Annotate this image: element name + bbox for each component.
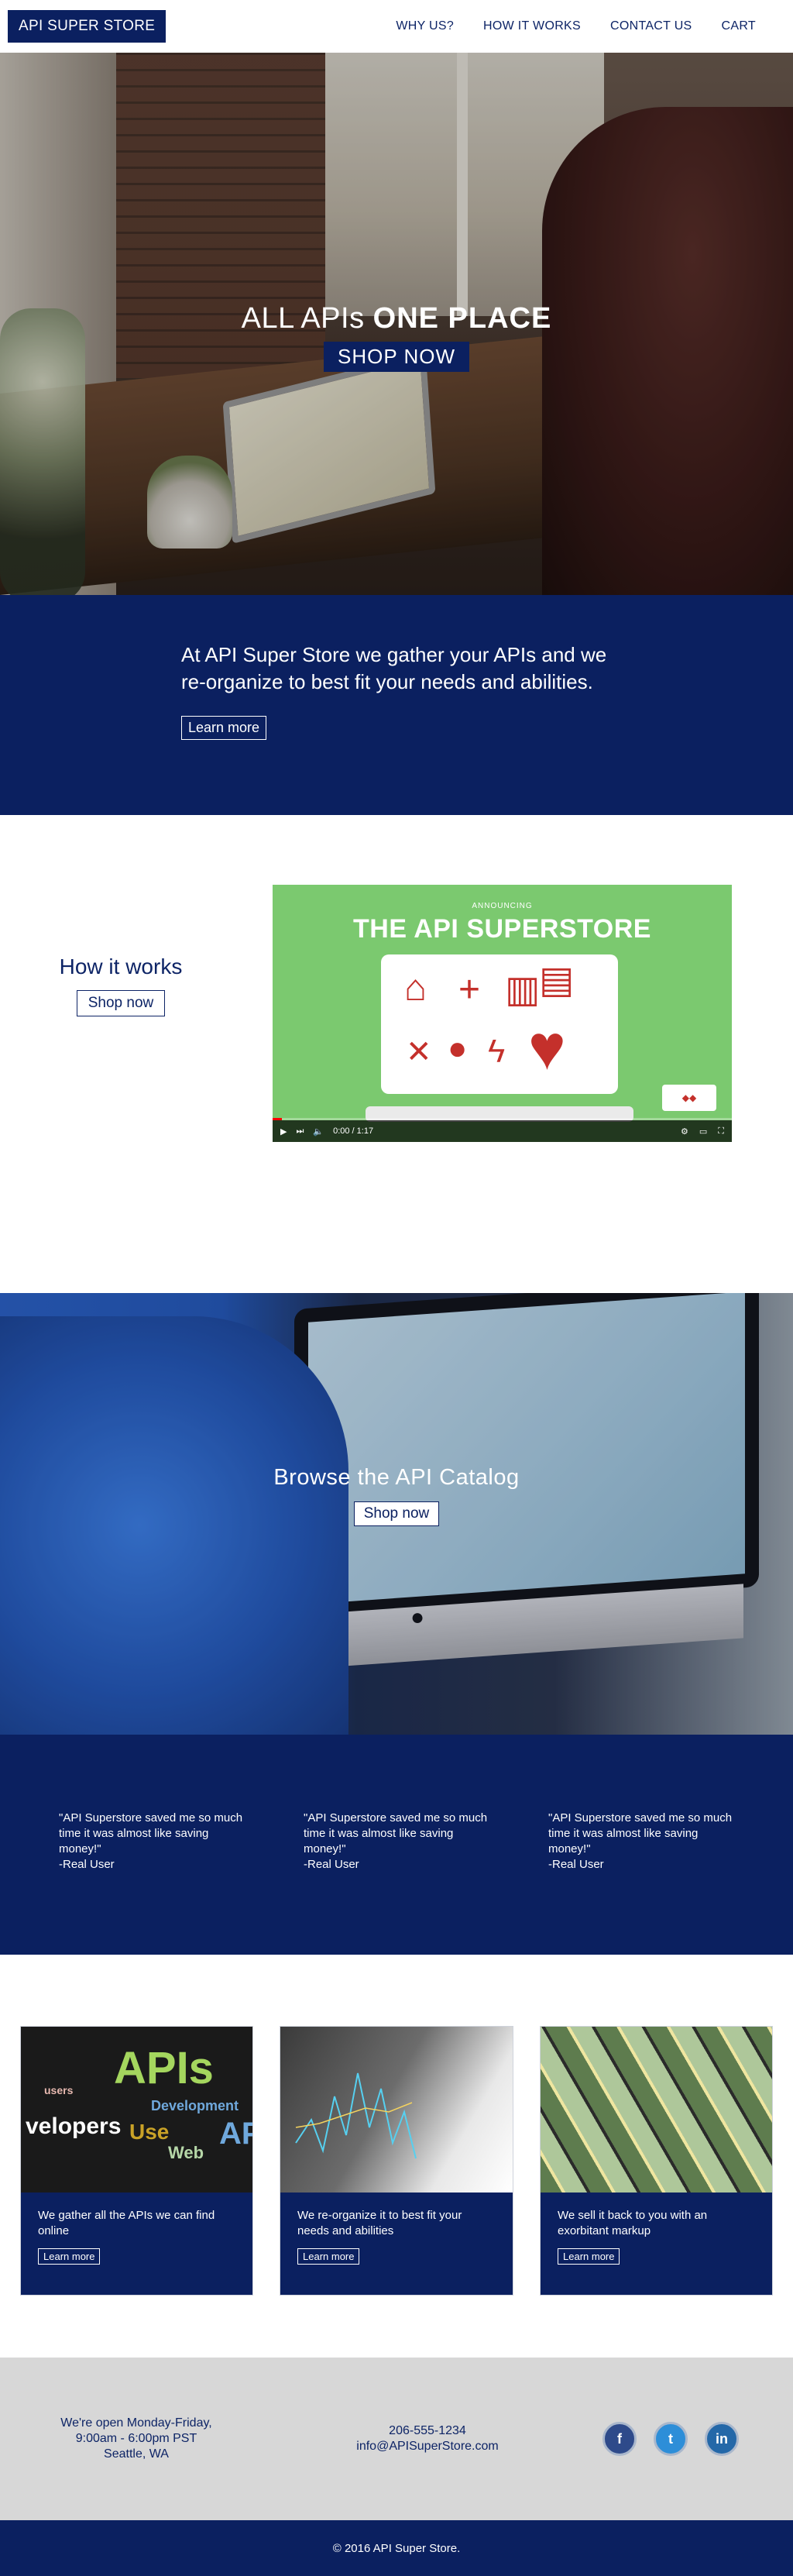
volume-icon[interactable]: 🔈 [313,1126,324,1137]
video-player[interactable]: ANNOUNCING THE API SUPERSTORE ⌂ + ▥ ▤ ✕ … [273,885,732,1142]
how-it-works-copy: How it works Shop now [43,954,198,1016]
catalog-copy: Browse the API Catalog Shop now [0,1465,793,1526]
how-it-works-title: How it works [59,954,183,978]
nav-why-us[interactable]: WHY US? [396,19,454,33]
how-it-works-section: How it works Shop now ANNOUNCING THE API… [0,815,793,1257]
card-learn-more-button[interactable]: Learn more [297,2248,360,2265]
footer-location: Seattle, WA [104,2447,169,2461]
testimonial-author: -Real User [304,1858,359,1871]
social-links: f t in [602,2422,739,2456]
facebook-icon[interactable]: f [602,2422,637,2456]
intro-learn-more-button[interactable]: Learn more [181,716,267,740]
site-logo[interactable]: API SUPER STORE [8,10,166,43]
copyright-text: © 2016 API Super Store. [332,2541,461,2555]
main-nav: WHY US? HOW IT WORKS CONTACT US CART [396,19,774,33]
testimonial-author: -Real User [59,1858,115,1871]
copyright-bar: © 2016 API Super Store. [0,2520,793,2576]
settings-icon[interactable]: ⚙ [681,1126,688,1137]
hero-shop-now-button[interactable]: SHOP NOW [324,342,469,372]
hero-title-light: ALL APIs [241,302,365,335]
home-icon: ⌂ [404,968,427,1009]
user-icon: ● [448,1030,468,1066]
nav-contact-us[interactable]: CONTACT US [610,19,692,33]
intro-section: At API Super Store we gather your APIs a… [0,595,793,815]
card-text: We sell it back to you with an exorbitan… [558,2209,708,2237]
footer-contact: 206-555-1234 info@APISuperStore.com [327,2423,528,2454]
video-announcing-text: ANNOUNCING [472,902,533,910]
how-shop-now-button[interactable]: Shop now [76,990,166,1016]
feature-card-sell: We sell it back to you with an exorbitan… [540,2026,773,2296]
feature-cards-section: APIs velopers Development Web users AP U… [0,1955,793,2358]
footer-hours-time: 9:00am - 6:00pm PST [75,2432,197,2445]
footer-hours: We're open Monday-Friday, 9:00am - 6:00p… [43,2416,229,2462]
feature-card-reorganize: We re-organize it to best fit your needs… [280,2026,513,2296]
footer-phone[interactable]: 206-555-1234 [327,2423,528,2439]
video-time: 0:00 / 1:17 [333,1126,374,1136]
fullscreen-icon[interactable]: ⛶ [718,1126,724,1137]
feature-card-gather: APIs velopers Development Web users AP U… [20,2026,253,2296]
card-text: We gather all the APIs we can find onlin… [38,2209,215,2237]
card-text: We re-organize it to best fit your needs… [297,2209,462,2237]
play-icon[interactable]: ▶ [280,1126,287,1137]
catalog-section: ● Browse the API Catalog Shop now [0,1293,793,1735]
catalog-shop-now-button[interactable]: Shop now [353,1501,440,1526]
tower-icon: ▤ [539,960,575,1001]
card-learn-more-button[interactable]: Learn more [38,2248,101,2265]
testimonial: "API Superstore saved me so much time it… [548,1811,793,1955]
video-controls: ▶ ⏭ 🔈 0:00 / 1:17 ⚙ ▭ ⛶ [273,1120,732,1142]
intro-text: At API Super Store we gather your APIs a… [181,643,607,693]
card-learn-more-button[interactable]: Learn more [558,2248,620,2265]
site-header: API SUPER STORE WHY US? HOW IT WORKS CON… [0,0,793,53]
testimonial: "API Superstore saved me so much time it… [304,1811,548,1955]
lightning-icon: ϟ [488,1033,506,1069]
nav-how-it-works[interactable]: HOW IT WORKS [483,19,581,33]
linkedin-icon[interactable]: in [705,2422,739,2456]
building-icon: ▥ [505,969,541,1010]
heart-icon: ♥ [528,1013,566,1083]
testimonial-quote: "API Superstore saved me so much time it… [548,1811,733,1855]
card-image-api-word-cloud: APIs velopers Development Web users AP U… [21,2027,252,2193]
nav-cart[interactable]: CART [722,19,756,33]
next-icon[interactable]: ⏭ [296,1126,304,1137]
hero-title: ALL APIs ONE PLACE [0,302,793,335]
card-image-stock-chart [280,2027,513,2193]
testimonials-section: "API Superstore saved me so much time it… [0,1735,793,1955]
card-image-cash-stacks [541,2027,772,2193]
video-brand-logo: ◆◆ [662,1085,716,1111]
plus-icon: + [458,969,481,1010]
twitter-icon[interactable]: t [654,2422,688,2456]
hero-title-bold: ONE PLACE [372,302,552,335]
close-icon: ✕ [406,1035,432,1069]
footer-hours-days: We're open Monday-Friday, [60,2416,212,2430]
stock-chart-illustration [295,2072,417,2159]
testimonial-quote: "API Superstore saved me so much time it… [59,1811,243,1855]
catalog-title: Browse the API Catalog [273,1465,520,1490]
theater-mode-icon[interactable]: ▭ [699,1126,707,1137]
testimonial-author: -Real User [548,1858,604,1871]
testimonial: "API Superstore saved me so much time it… [59,1811,304,1955]
hero-section: ALL APIs ONE PLACE SHOP NOW [0,53,793,595]
hero-copy: ALL APIs ONE PLACE SHOP NOW [0,302,793,372]
video-title-text: THE API SUPERSTORE [353,914,651,944]
footer-email[interactable]: info@APISuperStore.com [327,2439,528,2454]
testimonial-quote: "API Superstore saved me so much time it… [304,1811,488,1855]
site-footer: We're open Monday-Friday, 9:00am - 6:00p… [0,2358,793,2520]
